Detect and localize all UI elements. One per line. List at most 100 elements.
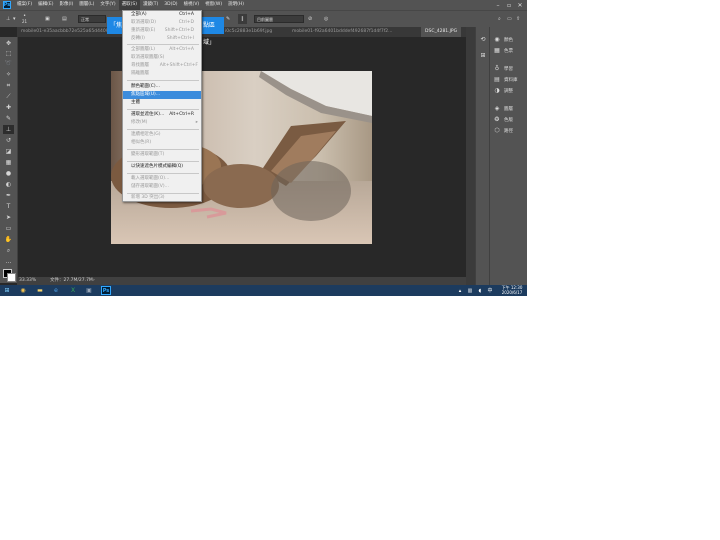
aligned-toggle-icon[interactable]: ∥ bbox=[238, 14, 247, 24]
clock[interactable]: 下午 12:30 2020/6/17 bbox=[498, 285, 526, 295]
menu-deselect-layers[interactable]: 取消選取圖層(S) bbox=[123, 54, 201, 62]
menu-image[interactable]: 影像(I) bbox=[56, 0, 76, 10]
menu-filter[interactable]: 濾鏡(T) bbox=[140, 0, 161, 10]
healing-brush-tool-icon[interactable]: ✚ bbox=[3, 103, 14, 112]
menu-quick-mask[interactable]: 以快速遮色片模式編輯(Q) bbox=[123, 163, 201, 171]
chrome-icon[interactable]: ◉ bbox=[18, 286, 28, 295]
ie-icon[interactable]: e bbox=[51, 286, 61, 295]
menu-3d[interactable]: 3D(D) bbox=[161, 0, 180, 10]
airbrush-icon[interactable]: ✎ bbox=[226, 14, 230, 24]
gradient-tool-icon[interactable]: ▦ bbox=[3, 158, 14, 167]
path-selection-tool-icon[interactable]: ➤ bbox=[3, 213, 14, 222]
properties-icon[interactable]: ⊞ bbox=[479, 51, 487, 59]
marquee-tool-icon[interactable]: ⬚ bbox=[3, 49, 14, 58]
menu-select-all[interactable]: 全部(A) Ctrl+A bbox=[123, 11, 201, 19]
eyedropper-tool-icon[interactable]: ⟋ bbox=[3, 92, 14, 101]
menu-all-layers[interactable]: 全部圖層(L) Alt+Ctrl+A bbox=[123, 46, 201, 54]
background-color-swatch[interactable] bbox=[7, 273, 16, 282]
menu-select-and-mask[interactable]: 選取並遮住(K)... Alt+Ctrl+R bbox=[123, 111, 201, 119]
maximize-icon[interactable]: ▫ bbox=[504, 0, 514, 10]
menu-new-3d-extrusion[interactable]: 新增 3D 突出(3) bbox=[123, 194, 201, 202]
app-icon[interactable]: ▣ bbox=[84, 286, 94, 295]
hand-tool-icon[interactable]: ✋ bbox=[3, 235, 14, 244]
menu-layer[interactable]: 圖層(L) bbox=[76, 0, 97, 10]
folder-icon[interactable]: ▬ bbox=[35, 286, 45, 295]
paths-icon: ⬡ bbox=[494, 127, 500, 134]
chevron-right-icon[interactable]: › bbox=[93, 277, 95, 285]
menu-transform-selection[interactable]: 變形選取範圍(T) bbox=[123, 151, 201, 159]
lasso-tool-icon[interactable]: ➰ bbox=[3, 59, 14, 68]
menu-load-selection[interactable]: 載入選取範圍(O)... bbox=[123, 175, 201, 183]
share-icon[interactable]: ⇪ bbox=[516, 14, 520, 24]
clone-stamp-tool-icon[interactable]: ⊥ bbox=[3, 125, 14, 134]
menu-similar[interactable]: 相似色(R) bbox=[123, 139, 201, 147]
workspace-icon[interactable]: ▭ bbox=[507, 14, 512, 24]
menu-select[interactable]: 選取(S) bbox=[118, 0, 140, 10]
brush-settings-icon[interactable]: ▣ bbox=[45, 14, 50, 24]
chevron-down-icon[interactable]: ▾ bbox=[13, 14, 16, 24]
menu-color-range[interactable]: 顏色範圍(C)... bbox=[123, 83, 201, 91]
close-icon[interactable]: ✕ bbox=[515, 0, 525, 10]
zoom-level[interactable]: 33.33% bbox=[19, 277, 36, 285]
magic-wand-tool-icon[interactable]: ✧ bbox=[3, 70, 14, 79]
panel-color[interactable]: ◉ 顏色 bbox=[493, 35, 513, 44]
menu-deselect[interactable]: 取消選取(D) Ctrl+D bbox=[123, 19, 201, 27]
search-icon[interactable]: ⌕ bbox=[498, 14, 501, 24]
brush-tool-icon[interactable]: ✎ bbox=[3, 114, 14, 123]
menu-find-layers[interactable]: 尋找圖層 Alt+Shift+Ctrl+F bbox=[123, 62, 201, 70]
menu-modify[interactable]: 修改(M) ▸ bbox=[123, 119, 201, 127]
tab-document-1[interactable]: mobile01-e35aacbbb72e525a65d4409... bbox=[21, 27, 107, 37]
panel-libraries[interactable]: ▤ 資料庫 bbox=[493, 75, 517, 84]
language-icon[interactable]: 中 bbox=[485, 286, 495, 295]
banner-text-left: 「焦 bbox=[110, 22, 123, 29]
pen-tool-icon[interactable]: ✒ bbox=[3, 191, 14, 200]
history-brush-tool-icon[interactable]: ↺ bbox=[3, 136, 14, 145]
menu-type[interactable]: 文字(Y) bbox=[97, 0, 118, 10]
more-tools-icon[interactable]: … bbox=[3, 257, 14, 266]
menu-isolate-layers[interactable]: 隔離圖層 bbox=[123, 70, 201, 78]
blur-tool-icon[interactable]: ● bbox=[3, 169, 14, 178]
tray-arrow-icon[interactable]: ▴ bbox=[455, 286, 465, 295]
menu-save-selection[interactable]: 儲存選取範圍(V)... bbox=[123, 183, 201, 191]
menu-window[interactable]: 視窗(W) bbox=[202, 0, 225, 10]
clone-source-icon[interactable]: ▤ bbox=[62, 14, 67, 24]
mode-select[interactable]: 正常 bbox=[78, 15, 106, 23]
menu-focus-area[interactable]: 焦點區域(U)... bbox=[123, 91, 201, 99]
crop-tool-icon[interactable]: ⌗ bbox=[3, 81, 14, 90]
menu-file[interactable]: 檔案(F) bbox=[14, 0, 35, 10]
history-icon[interactable]: ⟲ bbox=[479, 35, 487, 43]
rectangle-tool-icon[interactable]: ▭ bbox=[3, 224, 14, 233]
panel-channels[interactable]: ❂ 色版 bbox=[493, 115, 513, 124]
panel-adjustments[interactable]: ◑ 調整 bbox=[493, 86, 513, 95]
panel-paths[interactable]: ⬡ 路徑 bbox=[493, 126, 513, 135]
dodge-tool-icon[interactable]: ◐ bbox=[3, 180, 14, 189]
panel-learn[interactable]: ♁ 學習 bbox=[493, 64, 513, 73]
tab-document-3[interactable]: i0c5c2883e1b69f.jpg bbox=[225, 27, 285, 37]
start-button-icon[interactable]: ⊞ bbox=[2, 286, 12, 295]
panel-swatches[interactable]: ▦ 色票 bbox=[493, 46, 513, 55]
type-tool-icon[interactable]: T bbox=[3, 202, 14, 211]
pressure-icon[interactable]: ◎ bbox=[324, 14, 328, 24]
zoom-tool-icon[interactable]: ⌕ bbox=[3, 246, 14, 255]
ignore-adjustment-icon[interactable]: ⊘ bbox=[308, 14, 312, 24]
brush-size-picker[interactable]: • 21 bbox=[22, 14, 27, 25]
excel-icon[interactable]: X bbox=[68, 286, 78, 295]
menu-view[interactable]: 檢視(V) bbox=[181, 0, 203, 10]
network-icon[interactable]: ▥ bbox=[465, 286, 475, 295]
clone-stamp-tool-icon[interactable]: ⊥ bbox=[6, 14, 10, 24]
move-tool-icon[interactable]: ✥ bbox=[3, 39, 14, 48]
menu-grow[interactable]: 連續相近色(G) bbox=[123, 131, 201, 139]
menu-edit[interactable]: 編輯(E) bbox=[35, 0, 56, 10]
sample-select[interactable]: 目前圖層 bbox=[254, 15, 304, 23]
photoshop-taskbar-button[interactable]: Ps bbox=[101, 286, 111, 295]
menu-reselect[interactable]: 重新選取(E) Shift+Ctrl+D bbox=[123, 27, 201, 35]
menu-help[interactable]: 說明(H) bbox=[225, 0, 247, 10]
menu-inverse[interactable]: 反轉(I) Shift+Ctrl+I bbox=[123, 35, 201, 43]
tab-document-4[interactable]: mobile01-f92a6401bdddef492687f1d4f7f2... bbox=[292, 27, 420, 37]
minimize-icon[interactable]: – bbox=[493, 0, 503, 10]
volume-icon[interactable]: ◖ bbox=[475, 286, 485, 295]
menu-subject[interactable]: 主體 bbox=[123, 99, 201, 107]
panel-layers[interactable]: ◈ 圖層 bbox=[493, 104, 513, 113]
eraser-tool-icon[interactable]: ◪ bbox=[3, 147, 14, 156]
tab-document-active[interactable]: DSC_4281.JPG bbox=[421, 27, 462, 37]
